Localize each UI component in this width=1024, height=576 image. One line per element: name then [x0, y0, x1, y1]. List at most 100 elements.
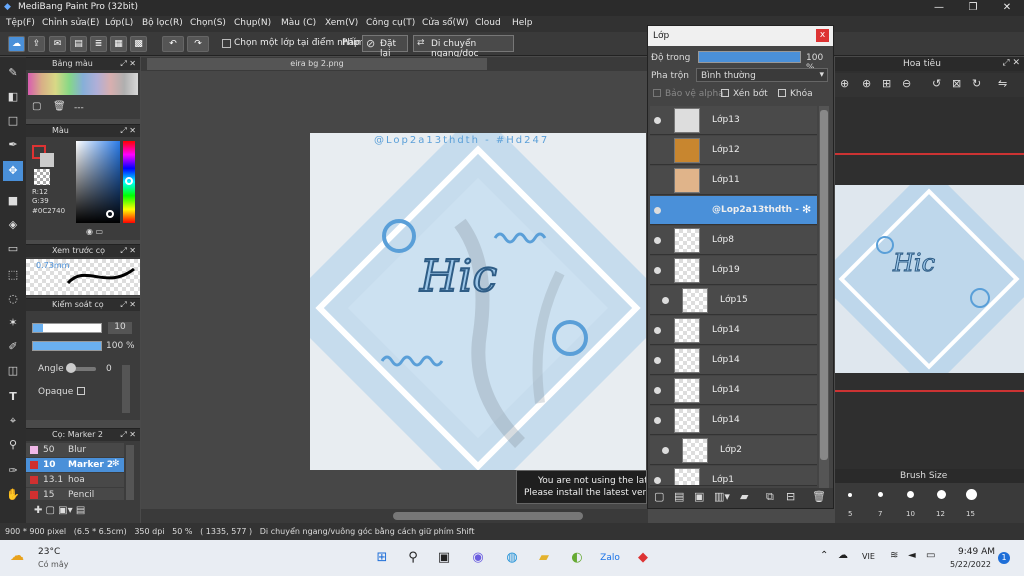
- artwork-canvas[interactable]: @Lop2a13thdth - #Hd247 Hic: [310, 133, 646, 470]
- edge-icon[interactable]: ◍: [502, 548, 522, 568]
- zoom-fit-icon[interactable]: ⊕: [840, 77, 849, 90]
- gradient-tool-icon[interactable]: ▭: [3, 239, 23, 259]
- navigator-preview[interactable]: Hic: [835, 185, 1024, 373]
- brush-size-dot[interactable]: [907, 491, 914, 498]
- chevron-up-icon[interactable]: ⌃: [820, 550, 828, 561]
- eye-icon[interactable]: [662, 447, 669, 454]
- minimize-button[interactable]: —: [922, 0, 956, 16]
- document-icon[interactable]: ▤: [70, 36, 87, 52]
- menu-filter[interactable]: Bộ lọc(R): [142, 18, 183, 28]
- layer-row-selected[interactable]: @Lop2a13thdth - ✻: [650, 196, 817, 225]
- eye-icon[interactable]: [654, 267, 661, 274]
- lock-checkbox[interactable]: [778, 89, 786, 97]
- text-tool-icon[interactable]: T: [3, 387, 23, 407]
- zoom-full-icon[interactable]: ⊞: [882, 77, 891, 90]
- file-explorer-icon[interactable]: ▰: [534, 548, 554, 568]
- menu-tools[interactable]: Công cụ(T): [366, 18, 415, 28]
- transparent-swatch[interactable]: [34, 169, 50, 185]
- brush-size-dot[interactable]: [937, 490, 946, 499]
- folder-icon[interactable]: ▰: [740, 490, 748, 503]
- menu-window[interactable]: Cửa sổ(W): [422, 18, 468, 28]
- move-mode-button[interactable]: ⇄ Di chuyển ngang/dọc: [413, 35, 514, 59]
- fit-window-icon[interactable]: ⊠: [952, 77, 961, 90]
- blend-mode-select[interactable]: Bình thường ▾: [696, 68, 828, 82]
- brush-list-scrollbar[interactable]: [126, 445, 134, 500]
- layer-row[interactable]: Lớp14: [650, 346, 817, 375]
- add-brush-icon[interactable]: ✚ ▢ ▣▾ ▤: [34, 505, 85, 516]
- layer-row[interactable]: Lớp1: [650, 466, 817, 486]
- brush-item[interactable]: 50 Blur: [26, 443, 124, 457]
- weather-icon[interactable]: ☁: [10, 548, 24, 564]
- flip-icon[interactable]: ⇋: [998, 77, 1007, 90]
- brush-item[interactable]: 13.1 hoa: [26, 473, 124, 487]
- close-icon[interactable]: ⤢ ✕: [120, 125, 136, 137]
- notification-badge[interactable]: 1: [998, 552, 1010, 564]
- undo-button[interactable]: ↶: [162, 36, 184, 52]
- select-pen-icon[interactable]: ✐: [3, 337, 23, 357]
- pen-tool-icon[interactable]: ✒: [3, 135, 23, 155]
- new-halftone-layer-icon[interactable]: ▤: [674, 490, 684, 503]
- layer-row[interactable]: Lớp15: [650, 286, 817, 315]
- move-tool-icon[interactable]: ✥: [3, 161, 23, 181]
- close-icon[interactable]: ⤢ ✕: [120, 245, 136, 257]
- brush-size-dot[interactable]: [878, 492, 883, 497]
- reset-button[interactable]: ⊘ Đặt lại: [362, 35, 408, 59]
- fill-rect-tool-icon[interactable]: ■: [3, 191, 23, 211]
- brush-tool-icon[interactable]: ✎: [3, 63, 23, 83]
- clock-time[interactable]: 9:49 AM: [958, 547, 995, 557]
- app-icon[interactable]: ◐: [567, 548, 587, 568]
- menu-layer[interactable]: Lớp(L): [105, 18, 133, 28]
- share-icon[interactable]: ⇪: [28, 36, 45, 52]
- maximize-button[interactable]: ❐: [956, 0, 990, 16]
- eye-icon[interactable]: [654, 117, 661, 124]
- new-layer-icon[interactable]: ▢: [654, 490, 664, 503]
- eye-icon[interactable]: [654, 237, 661, 244]
- merge-layer-icon[interactable]: ⊟: [786, 490, 795, 503]
- copy-layer-icon[interactable]: ⧉: [766, 490, 774, 504]
- select-layer-checkbox[interactable]: [222, 39, 231, 48]
- battery-icon[interactable]: ▭: [926, 550, 935, 561]
- menu-capture[interactable]: Chụp(N): [234, 18, 271, 28]
- menu-color[interactable]: Màu (C): [281, 18, 316, 28]
- brush-size-slider[interactable]: [32, 323, 102, 333]
- zoom-in-icon[interactable]: ⊕: [862, 77, 871, 90]
- layer-row[interactable]: Lớp2: [650, 436, 817, 465]
- magic-wand-icon[interactable]: ✶: [3, 313, 23, 333]
- cloud-icon[interactable]: ☁: [8, 36, 25, 52]
- update-notice[interactable]: You are not using the late Please instal…: [516, 470, 647, 504]
- layer-row[interactable]: Lớp14: [650, 376, 817, 405]
- cloud-icon[interactable]: ☁: [838, 550, 848, 561]
- select-eraser-icon[interactable]: ◫: [3, 361, 23, 381]
- document-tab[interactable]: eira bg 2.png: [147, 58, 487, 70]
- brush-size-dot[interactable]: [848, 493, 852, 497]
- color-wheel-icon[interactable]: ◉ ▭: [86, 227, 103, 236]
- layer-row[interactable]: Lớp14: [650, 406, 817, 435]
- gear-icon[interactable]: ✻: [112, 459, 120, 469]
- menu-help[interactable]: Help: [512, 18, 533, 28]
- menu-edit[interactable]: Chỉnh sửa(E): [42, 18, 99, 28]
- eye-icon[interactable]: [654, 357, 661, 364]
- menu-view[interactable]: Xem(V): [325, 18, 358, 28]
- menu-file[interactable]: Tệp(F): [6, 18, 35, 28]
- search-icon[interactable]: ⚲: [403, 548, 423, 568]
- clock-date[interactable]: 5/22/2022: [950, 560, 991, 569]
- layer-row[interactable]: Lớp11: [650, 166, 817, 195]
- hand-tool-icon[interactable]: ✋: [3, 485, 23, 505]
- hscroll-thumb[interactable]: [393, 512, 583, 520]
- zoom-out-icon[interactable]: ⊖: [902, 77, 911, 90]
- close-icon[interactable]: ⤢ ✕: [120, 299, 136, 311]
- eyedropper-icon[interactable]: ✑: [3, 461, 23, 481]
- select-tool-icon[interactable]: ⬚: [3, 265, 23, 285]
- color-picker-cursor[interactable]: [106, 210, 114, 218]
- brush-item[interactable]: 15 Pencil: [26, 488, 124, 500]
- comment-icon[interactable]: ✉: [49, 36, 66, 52]
- layer-row[interactable]: Lớp19: [650, 256, 817, 285]
- layer-row[interactable]: Lớp8: [650, 226, 817, 255]
- volume-icon[interactable]: ◄: [908, 550, 916, 561]
- redo-button[interactable]: ↷: [187, 36, 209, 52]
- eye-icon[interactable]: [654, 477, 661, 484]
- close-icon[interactable]: ⤢ ✕: [120, 58, 136, 70]
- menu-select[interactable]: Chọn(S): [190, 18, 226, 28]
- dot-tool-icon[interactable]: □: [3, 111, 23, 131]
- layer-list-scrollbar[interactable]: [819, 106, 829, 488]
